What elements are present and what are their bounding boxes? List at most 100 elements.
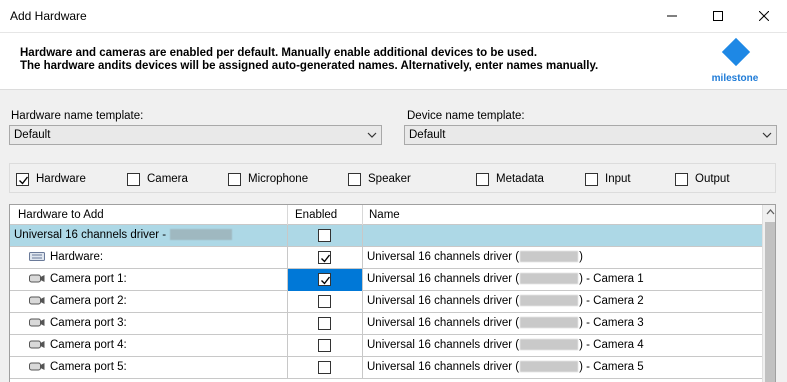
enabled-cell[interactable] [288,357,363,379]
label-cell: Camera port 4: [10,335,288,357]
table-row[interactable]: Camera port 4: Universal 16 channels dri… [10,335,762,357]
row-label: Camera port 5: [50,361,127,373]
table-row[interactable]: Camera port 1: Universal 16 channels dri… [10,269,762,291]
maximize-icon [713,11,723,21]
close-icon [759,11,769,21]
table-row[interactable]: Hardware: Universal 16 channels driver (… [10,247,762,269]
filter-label: Hardware [36,173,86,185]
redacted-address [520,295,579,307]
filter-label: Metadata [496,173,544,185]
table-row[interactable]: Camera port 5: Universal 16 channels dri… [10,357,762,379]
column-header-name[interactable]: Name [363,205,762,225]
hardware-name-template-select[interactable]: Default [9,125,382,145]
column-header-enabled[interactable]: Enabled [288,205,363,225]
name-prefix: Universal 16 channels driver ( [367,361,520,373]
checkbox[interactable] [348,172,361,186]
name-suffix: ) - Camera 1 [579,273,644,285]
info-banner: Hardware and cameras are enabled per def… [0,32,787,90]
name-cell[interactable] [363,225,762,247]
scrollbar-thumb[interactable] [765,222,775,382]
label-cell: Camera port 3: [10,313,288,335]
camera-icon [29,318,45,327]
name-suffix: ) - Camera 2 [579,295,644,307]
checkbox[interactable] [585,172,598,186]
checkbox[interactable] [318,317,331,330]
checkbox[interactable] [318,273,331,286]
grid-header: Hardware to Add Enabled Name [10,205,762,225]
checkbox[interactable] [318,295,331,308]
table-row[interactable]: Camera port 2: Universal 16 channels dri… [10,291,762,313]
device-name-template-select[interactable]: Default [404,125,777,145]
filter-label: Camera [147,173,188,185]
checkbox[interactable] [228,172,241,186]
checkmark-icon [321,276,331,285]
row-label: Camera port 4: [50,339,127,351]
label-cell: Camera port 2: [10,291,288,313]
group-row[interactable]: Universal 16 channels driver - [10,225,762,247]
maximize-button[interactable] [695,0,741,32]
name-cell[interactable]: Universal 16 channels driver () - Camera… [363,313,762,335]
scroll-up-arrow-icon[interactable] [766,208,775,215]
name-prefix: Universal 16 channels driver ( [367,317,520,329]
checkbox[interactable] [476,172,489,186]
title-bar: Add Hardware [0,0,787,32]
redacted-address [520,317,579,329]
minimize-icon [667,15,677,17]
camera-icon [29,296,45,305]
checkbox[interactable] [318,361,331,374]
enabled-cell[interactable] [288,313,363,335]
filter-input[interactable]: Input [585,172,631,186]
vertical-scrollbar[interactable] [762,205,775,382]
window-title: Add Hardware [10,9,87,23]
camera-icon [29,340,45,349]
redacted-address [520,339,579,351]
filter-hardware[interactable]: Hardware [16,172,86,186]
checkbox[interactable] [675,172,688,186]
filter-output[interactable]: Output [675,172,730,186]
enabled-cell[interactable] [288,247,363,269]
filter-label: Microphone [248,173,309,185]
name-cell[interactable]: Universal 16 channels driver () - Camera… [363,335,762,357]
group-label: Universal 16 channels driver - [14,229,170,241]
hardware-device-icon [29,252,45,262]
filter-speaker[interactable]: Speaker [348,172,411,186]
table-row[interactable]: Camera port 3: Universal 16 channels dri… [10,313,762,335]
camera-icon [29,274,45,283]
name-cell[interactable]: Universal 16 channels driver ( ) - Camera… [363,269,762,291]
label-cell: Camera port 5: [10,357,288,379]
camera-icon [29,362,45,371]
checkbox[interactable] [16,172,29,186]
column-header-hardware-to-add[interactable]: Hardware to Add [10,205,288,225]
chevron-down-icon [367,132,377,138]
filter-metadata[interactable]: Metadata [476,172,544,186]
checkbox[interactable] [318,339,331,352]
checkbox[interactable] [127,172,140,186]
filter-camera[interactable]: Camera [127,172,188,186]
checkbox[interactable] [318,251,331,264]
checkmark-icon [321,254,331,263]
enabled-cell[interactable] [288,225,363,247]
enabled-cell[interactable] [288,291,363,313]
redacted-address [520,251,579,263]
minimize-button[interactable] [649,0,695,32]
close-button[interactable] [741,0,787,32]
filter-microphone[interactable]: Microphone [228,172,308,186]
redacted-address [520,361,579,373]
enabled-cell[interactable] [288,269,363,291]
name-prefix: Universal 16 channels driver ( [367,251,520,263]
enabled-cell[interactable] [288,335,363,357]
group-label-cell: Universal 16 channels driver - [10,225,288,247]
filter-label: Speaker [368,173,411,185]
checkbox[interactable] [318,229,331,242]
checkmark-icon [19,176,29,185]
hardware-name-template-value: Default [14,129,51,141]
name-suffix: ) [579,251,583,263]
name-prefix: Universal 16 channels driver ( [367,339,520,351]
hardware-name-template-label: Hardware name template: [11,110,144,122]
name-prefix: Universal 16 channels driver ( [367,273,520,285]
hardware-grid: Hardware to Add Enabled Name Universal 1… [9,204,776,382]
name-cell[interactable]: Universal 16 channels driver () - Camera… [363,291,762,313]
name-cell[interactable]: Universal 16 channels driver ( ) - Camera… [363,357,762,379]
name-cell[interactable]: Universal 16 channels driver () [363,247,762,269]
name-suffix: ) - Camera 5 [579,361,644,373]
